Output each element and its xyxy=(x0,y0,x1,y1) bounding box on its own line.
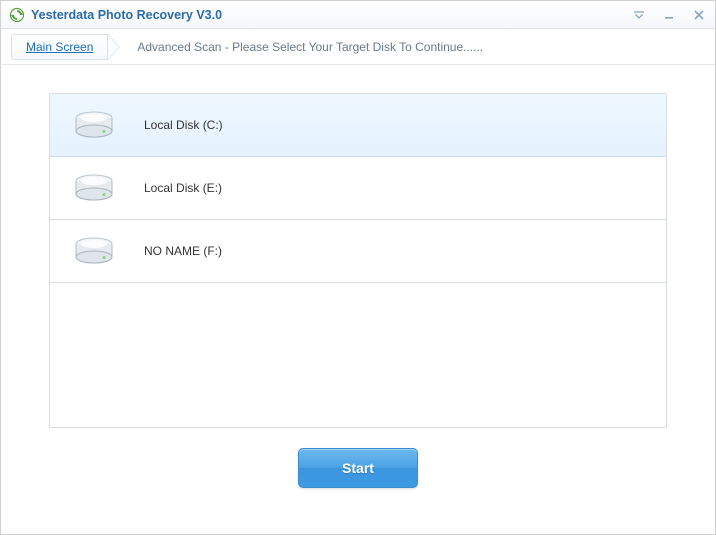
close-window-icon[interactable] xyxy=(691,7,707,23)
minimize-window-icon[interactable] xyxy=(661,7,677,23)
breadcrumb-main-link[interactable]: Main Screen xyxy=(11,34,108,60)
disk-list: Local Disk (C:) Local Disk (E:) xyxy=(49,93,667,428)
window-title: Yesterdata Photo Recovery V3.0 xyxy=(31,8,631,22)
window-controls xyxy=(631,7,707,23)
footer: Start xyxy=(49,428,667,488)
hard-drive-icon xyxy=(72,109,116,141)
title-bar: Yesterdata Photo Recovery V3.0 xyxy=(1,1,715,29)
disk-label: Local Disk (C:) xyxy=(144,118,223,132)
disk-label: Local Disk (E:) xyxy=(144,181,222,195)
main-area: Local Disk (C:) Local Disk (E:) xyxy=(1,65,715,500)
disk-row-f[interactable]: NO NAME (F:) xyxy=(50,220,666,283)
disk-row-c[interactable]: Local Disk (C:) xyxy=(50,94,666,157)
disk-row-e[interactable]: Local Disk (E:) xyxy=(50,157,666,220)
app-icon xyxy=(9,7,25,23)
hard-drive-icon xyxy=(72,235,116,267)
breadcrumb-main-label: Main Screen xyxy=(26,40,93,54)
breadcrumb-instruction: Advanced Scan - Please Select Your Targe… xyxy=(137,40,483,54)
hard-drive-icon xyxy=(72,172,116,204)
breadcrumb-arrow-icon xyxy=(108,34,120,60)
start-button[interactable]: Start xyxy=(298,448,418,488)
dropdown-window-icon[interactable] xyxy=(631,7,647,23)
disk-label: NO NAME (F:) xyxy=(144,244,222,258)
breadcrumb: Main Screen Advanced Scan - Please Selec… xyxy=(1,29,715,65)
